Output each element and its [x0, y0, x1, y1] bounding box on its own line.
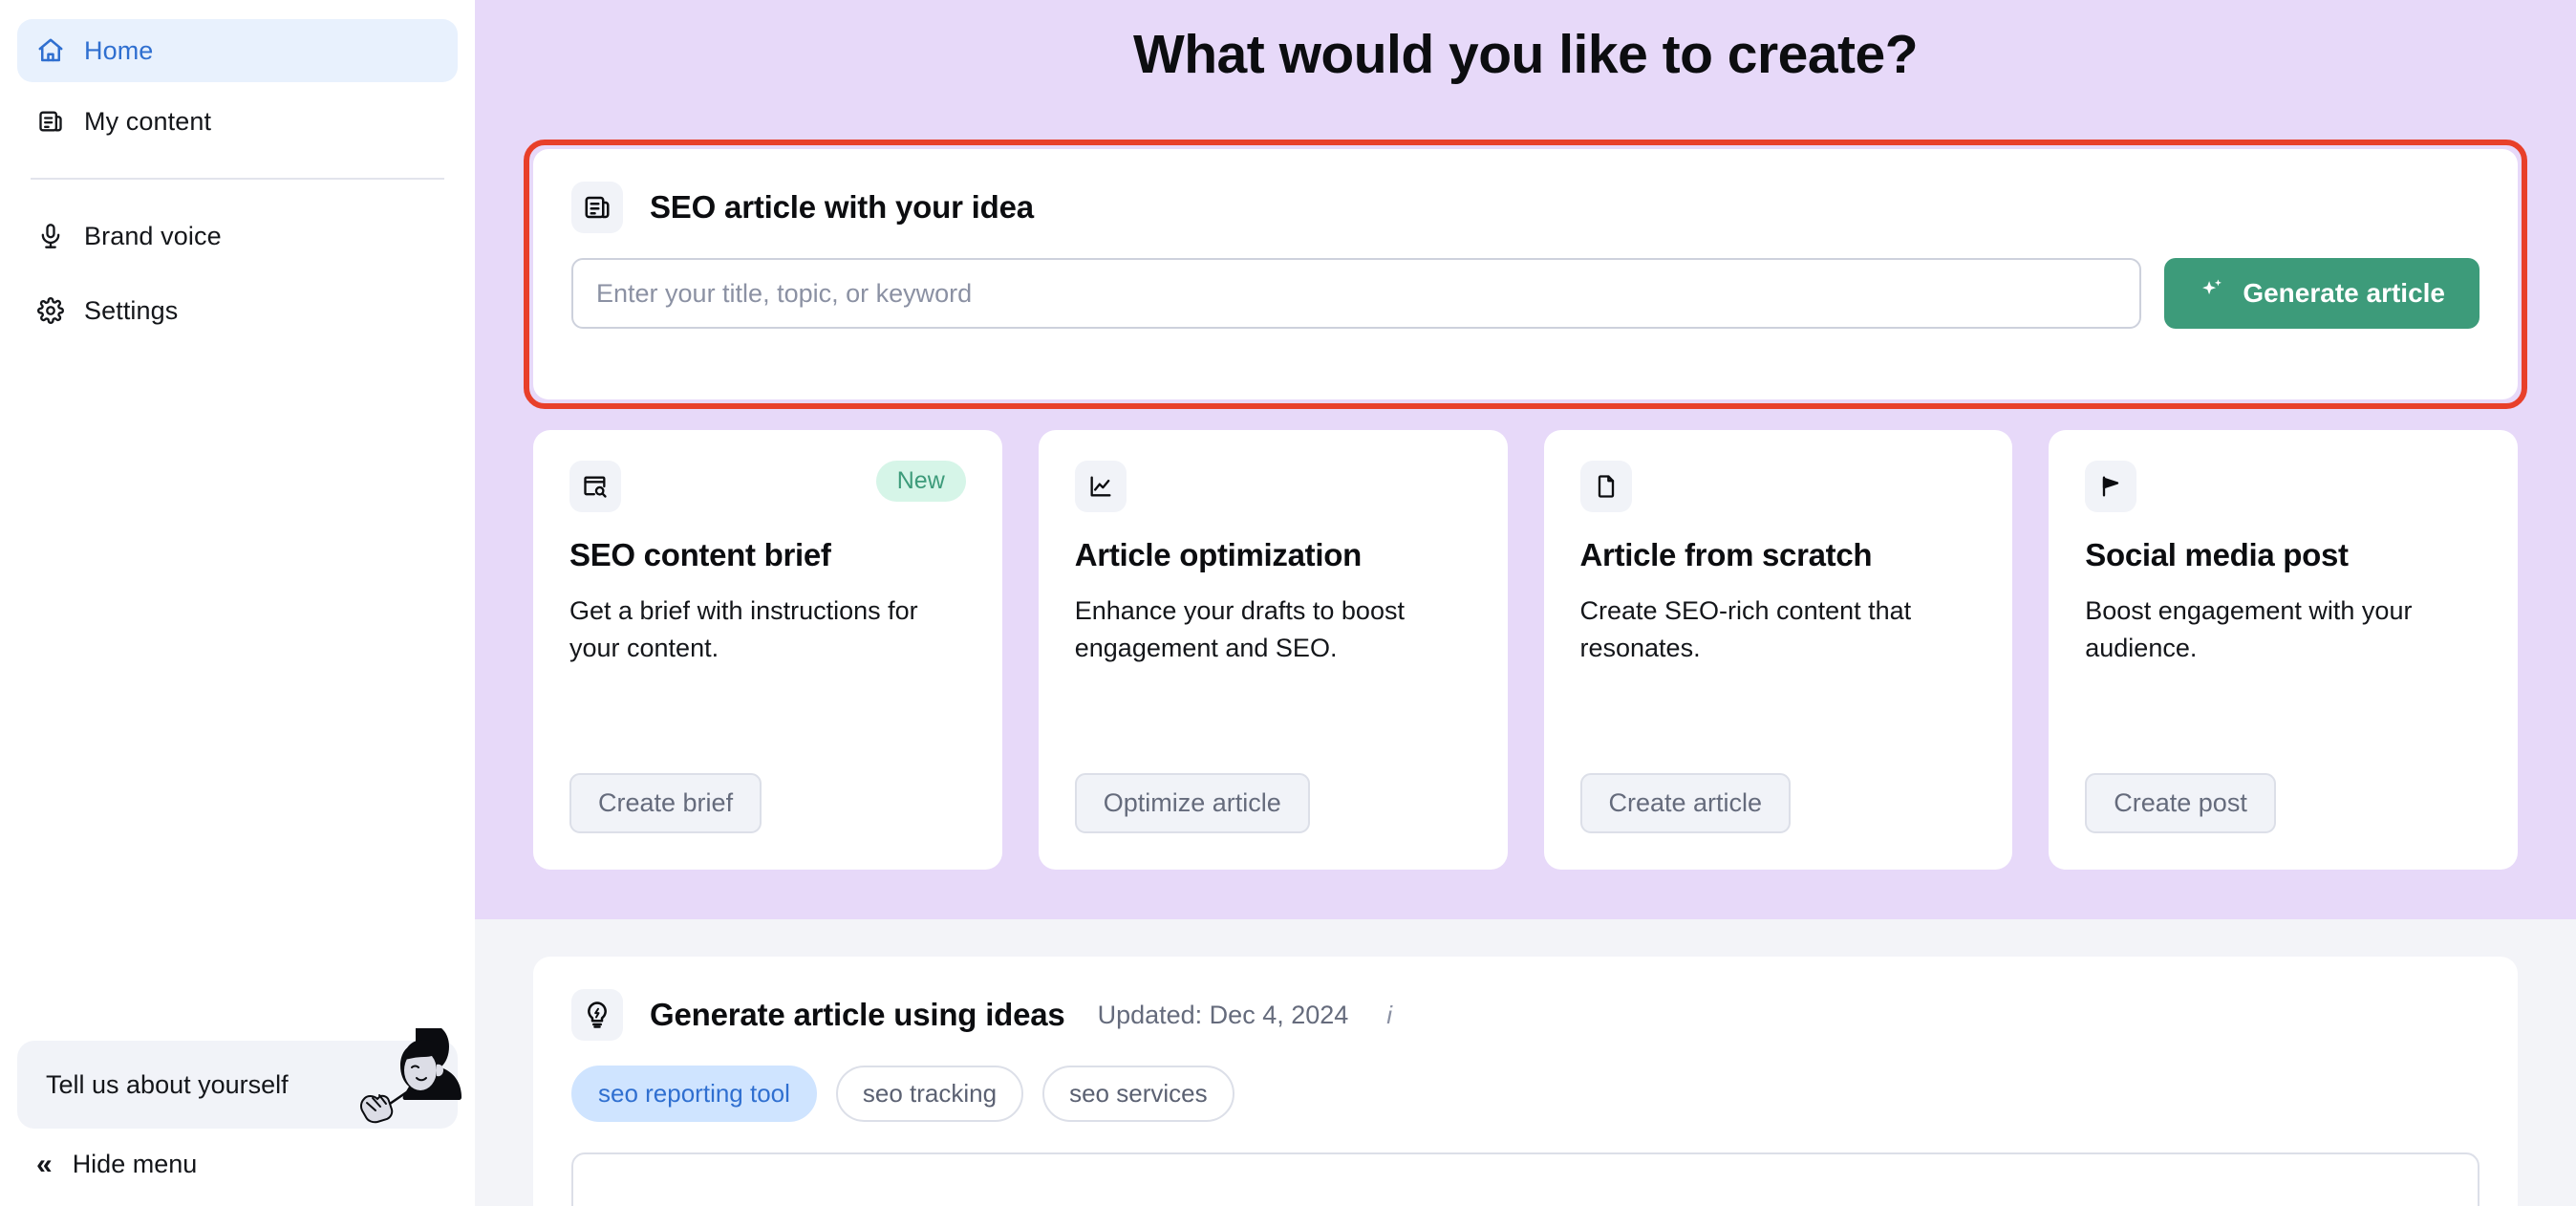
keyword-chips: seo reporting tool seo tracking seo serv…: [571, 1066, 2479, 1122]
sidebar-divider: [31, 178, 444, 180]
main-content: What would you like to create? SEO artic…: [475, 0, 2576, 1206]
sidebar-footer: Tell us about yourself « Hide menu: [0, 1023, 475, 1206]
card-description: Get a brief with instructions for your c…: [569, 596, 918, 663]
card-social-media-post[interactable]: Social media post Boost engagement with …: [2049, 430, 2518, 870]
keyword-chip[interactable]: seo services: [1042, 1066, 1234, 1122]
keyword-chip[interactable]: seo reporting tool: [571, 1066, 817, 1122]
card-title: Social media post: [2085, 537, 2349, 572]
sidebar-item-brand-voice[interactable]: Brand voice: [17, 205, 458, 268]
keyword-chip[interactable]: seo tracking: [835, 1066, 1024, 1122]
sparkle-icon: [2199, 277, 2225, 311]
sidebar-item-label: Settings: [84, 295, 179, 325]
gear-icon: [36, 296, 65, 325]
seo-panel-title: SEO article with your idea: [650, 189, 1034, 225]
sidebar: Home My content Brand voice Settings Tel…: [0, 0, 475, 1206]
card-header: New: [569, 461, 966, 512]
status-badge: New: [875, 461, 966, 502]
generate-article-button[interactable]: Generate article: [2164, 258, 2479, 329]
hero-section: What would you like to create? SEO artic…: [475, 0, 2576, 919]
sidebar-item-label: My content: [84, 106, 212, 136]
ideas-content-box[interactable]: [571, 1152, 2479, 1206]
browser-search-icon: [569, 461, 621, 512]
card-article-from-scratch[interactable]: Article from scratch Create SEO-rich con…: [1543, 430, 2013, 870]
card-seo-content-brief[interactable]: New SEO content brief Get a brief with i…: [533, 430, 1002, 870]
person-waving-illustration: [324, 1023, 477, 1129]
hide-menu-button[interactable]: « Hide menu: [17, 1129, 458, 1179]
page-title: What would you like to create?: [1132, 24, 1919, 85]
document-stack-icon: [571, 182, 623, 233]
card-title: Article optimization: [1074, 537, 1362, 572]
sidebar-item-label: Brand voice: [84, 221, 222, 250]
sidebar-item-label: Home: [84, 35, 154, 65]
line-chart-icon: [1074, 461, 1127, 512]
microphone-icon: [36, 222, 65, 250]
tell-us-about-yourself-card[interactable]: Tell us about yourself: [17, 1023, 462, 1129]
sidebar-item-settings[interactable]: Settings: [17, 279, 458, 342]
document-icon: [1579, 461, 1632, 512]
create-brief-button[interactable]: Create brief: [569, 773, 762, 833]
generate-article-label: Generate article: [2243, 278, 2445, 308]
feature-cards: New SEO content brief Get a brief with i…: [533, 430, 2518, 870]
lightbulb-icon: [571, 989, 623, 1041]
double-chevron-left-icon: «: [36, 1148, 53, 1180]
tell-us-label: Tell us about yourself: [46, 1069, 289, 1099]
document-stack-icon: [36, 107, 65, 136]
sidebar-item-my-content[interactable]: My content: [17, 90, 458, 153]
card-title: Article from scratch: [1579, 537, 1873, 572]
hide-menu-label: Hide menu: [72, 1150, 198, 1178]
card-description: Boost engagement with your audience.: [2085, 596, 2413, 663]
seo-input-row: Generate article: [571, 258, 2479, 329]
generate-ideas-panel: Generate article using ideas Updated: De…: [533, 957, 2518, 1206]
card-description: Create SEO-rich content that resonates.: [1579, 596, 1912, 663]
ideas-panel-title: Generate article using ideas: [650, 997, 1065, 1032]
info-icon[interactable]: i: [1386, 1001, 1392, 1030]
card-description: Enhance your drafts to boost engagement …: [1074, 596, 1405, 663]
seo-article-panel: SEO article with your idea Generate arti…: [533, 149, 2518, 399]
ideas-panel-header: Generate article using ideas Updated: De…: [571, 989, 2479, 1041]
optimize-article-button[interactable]: Optimize article: [1074, 773, 1310, 833]
card-title: SEO content brief: [569, 537, 831, 572]
card-article-optimization[interactable]: Article optimization Enhance your drafts…: [1038, 430, 1508, 870]
card-header: [1579, 461, 1977, 512]
app-root: Home My content Brand voice Settings Tel…: [0, 0, 2576, 1206]
card-header: [1074, 461, 1471, 512]
create-post-button[interactable]: Create post: [2085, 773, 2276, 833]
lower-section: Generate article using ideas Updated: De…: [475, 919, 2576, 1206]
seo-topic-input[interactable]: [571, 258, 2142, 329]
home-icon: [36, 36, 65, 65]
create-article-button[interactable]: Create article: [1579, 773, 1792, 833]
sidebar-item-home[interactable]: Home: [17, 19, 458, 82]
card-header: [2085, 461, 2481, 512]
seo-panel-header: SEO article with your idea: [571, 182, 2479, 233]
updated-timestamp: Updated: Dec 4, 2024: [1097, 1000, 1349, 1029]
megaphone-icon: [2085, 461, 2137, 512]
